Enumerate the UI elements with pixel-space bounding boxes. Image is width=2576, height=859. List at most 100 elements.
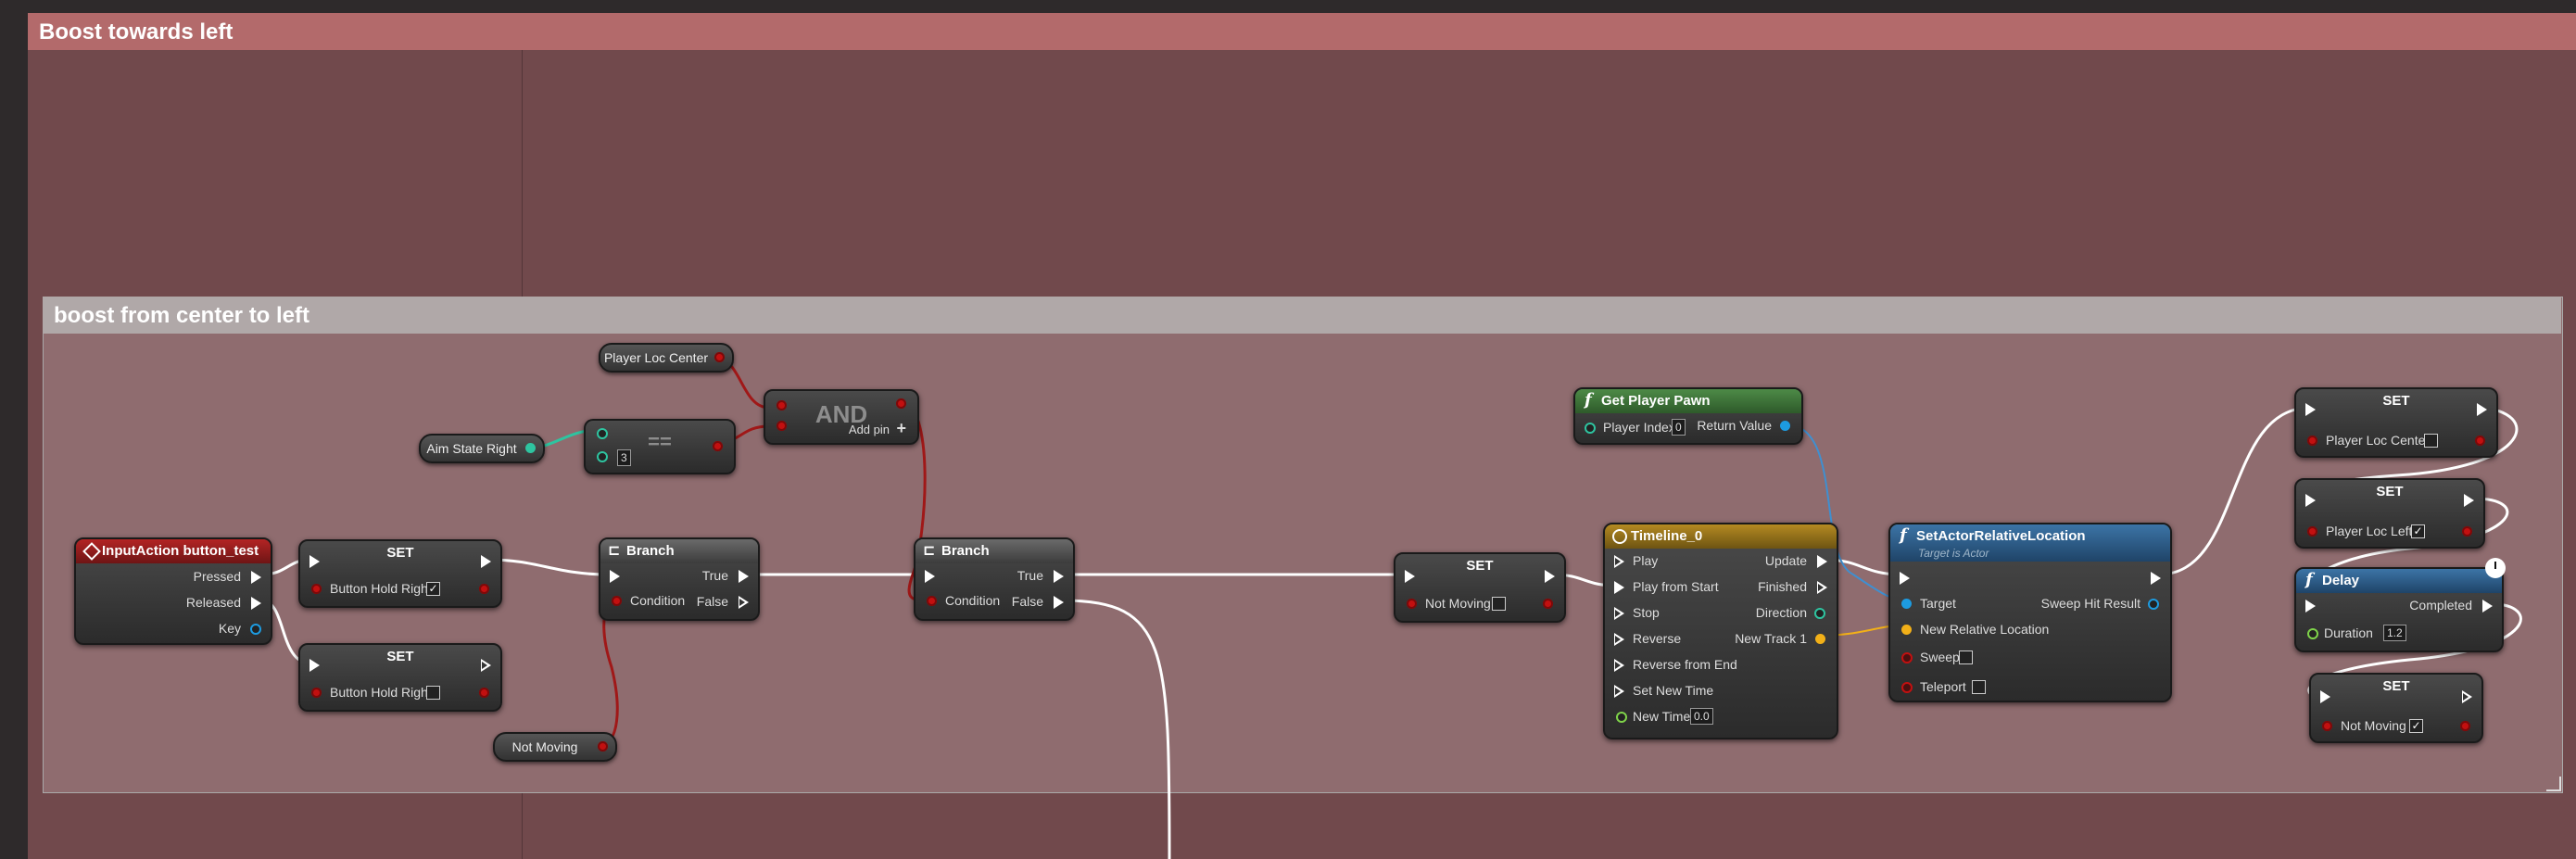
bool-out-pin[interactable] — [2460, 721, 2470, 731]
add-pin-label[interactable]: Add pin — [849, 423, 890, 436]
int-out-pin[interactable] — [525, 443, 536, 453]
sweep-checkbox[interactable] — [1959, 651, 1973, 664]
teleport-checkbox[interactable] — [1972, 680, 1986, 694]
set-exec-in-pin[interactable] — [1405, 570, 1415, 583]
set-exec-in-pin[interactable] — [309, 555, 320, 568]
set-actor-relative-location-node[interactable]: f SetActorRelativeLocation Target is Act… — [1888, 523, 2172, 702]
bool-checkbox[interactable] — [1492, 597, 1506, 611]
set-exec-out-pin[interactable] — [2477, 403, 2487, 416]
player-loc-center-getter[interactable]: Player Loc Center — [599, 343, 734, 373]
wire-exec-branch2-false[interactable] — [1062, 599, 1171, 859]
new-track-pin[interactable] — [1815, 634, 1825, 644]
bool-out-pin[interactable] — [1543, 599, 1553, 609]
false-exec-pin[interactable] — [1054, 596, 1064, 609]
int-a-pin[interactable] — [597, 428, 608, 439]
teleport-pin[interactable] — [1901, 682, 1913, 693]
new-relative-location-pin[interactable] — [1901, 625, 1912, 635]
bool-in-pin[interactable] — [2307, 436, 2317, 446]
add-pin-plus-icon[interactable]: + — [896, 419, 906, 438]
exec-in-pin[interactable] — [1900, 572, 1910, 585]
not-moving-getter[interactable]: Not Moving — [493, 732, 617, 762]
bool-checkbox[interactable]: ✓ — [2411, 524, 2425, 538]
bool-b-pin[interactable] — [777, 421, 787, 431]
true-exec-pin[interactable] — [739, 570, 749, 583]
completed-pin[interactable] — [2482, 600, 2493, 613]
bool-out-pin[interactable] — [598, 741, 608, 752]
set-exec-out-pin[interactable] — [481, 659, 491, 672]
finished-pin[interactable] — [1817, 581, 1827, 594]
set-player-loc-center-node[interactable]: SET Player Loc Center — [2294, 387, 2498, 458]
false-exec-pin[interactable] — [739, 596, 749, 609]
bool-out-pin[interactable] — [479, 688, 489, 698]
return-value-pin[interactable] — [1780, 421, 1790, 431]
direction-pin[interactable] — [1814, 608, 1825, 619]
duration-value[interactable]: 1.2 — [2383, 625, 2406, 641]
bool-out-pin[interactable] — [713, 441, 723, 451]
int-b-value[interactable]: 3 — [617, 449, 631, 466]
condition-pin[interactable] — [612, 596, 622, 606]
set-not-moving-true-node[interactable]: SET Not Moving ✓ — [2309, 673, 2483, 743]
new-time-pin[interactable] — [1616, 712, 1627, 723]
blueprint-graph-canvas[interactable]: Boost towards left boost from center to … — [0, 0, 2576, 859]
bool-checkbox[interactable] — [2424, 434, 2438, 448]
bool-out-pin[interactable] — [896, 398, 906, 409]
set-exec-in-pin[interactable] — [2320, 690, 2330, 703]
set-exec-out-pin[interactable] — [1545, 570, 1555, 583]
set-not-moving-node[interactable]: SET Not Moving — [1394, 552, 1566, 623]
player-index-value[interactable]: 0 — [1672, 419, 1686, 436]
wire-bool-notmoving-branch1[interactable] — [596, 599, 619, 749]
branch-exec-in-pin[interactable] — [925, 570, 935, 583]
exec-out-pin[interactable] — [2151, 572, 2161, 585]
pressed-exec-pin[interactable] — [251, 571, 261, 584]
bool-in-pin[interactable] — [311, 688, 322, 698]
duration-pin[interactable] — [2307, 628, 2318, 639]
player-index-pin[interactable] — [1585, 423, 1596, 434]
reverse-pin[interactable] — [1614, 633, 1624, 646]
set-exec-out-pin[interactable] — [2464, 494, 2474, 507]
set-button-hold-true-node[interactable]: SET Button Hold Right ✓ — [298, 539, 502, 608]
sweep-pin[interactable] — [1901, 652, 1913, 663]
set-player-loc-left-node[interactable]: SET Player Loc Left ✓ — [2294, 478, 2485, 549]
int-b-pin[interactable] — [597, 451, 608, 462]
reverse-from-end-pin[interactable] — [1614, 659, 1624, 672]
input-action-node[interactable]: InputAction button_test Pressed Released… — [74, 537, 272, 645]
bool-in-pin[interactable] — [2322, 721, 2332, 731]
set-exec-in-pin[interactable] — [2305, 403, 2316, 416]
delay-node[interactable]: f Delay Completed Duration 1.2 — [2294, 567, 2504, 652]
set-button-hold-false-node[interactable]: SET Button Hold Right — [298, 643, 502, 712]
true-exec-pin[interactable] — [1054, 570, 1064, 583]
bool-in-pin[interactable] — [1407, 599, 1417, 609]
set-exec-out-pin[interactable] — [481, 555, 491, 568]
aim-state-right-getter[interactable]: Aim State Right — [419, 434, 545, 463]
play-from-start-pin[interactable] — [1614, 581, 1624, 594]
bool-out-pin[interactable] — [714, 352, 725, 362]
bool-out-pin[interactable] — [479, 584, 489, 594]
bool-in-pin[interactable] — [2307, 526, 2317, 537]
branch-node-2[interactable]: ⊏ Branch True Condition False — [914, 537, 1075, 621]
play-pin[interactable] — [1614, 555, 1624, 568]
bool-a-pin[interactable] — [777, 400, 787, 411]
branch-exec-in-pin[interactable] — [610, 570, 620, 583]
and-node[interactable]: AND Add pin + — [764, 389, 919, 445]
released-exec-pin[interactable] — [251, 597, 261, 610]
key-pin[interactable] — [250, 624, 261, 635]
bool-checkbox[interactable] — [426, 686, 440, 700]
bool-in-pin[interactable] — [311, 584, 322, 594]
target-pin[interactable] — [1901, 599, 1912, 609]
set-exec-out-pin[interactable] — [2462, 690, 2472, 703]
condition-pin[interactable] — [927, 596, 937, 606]
bool-out-pin[interactable] — [2462, 526, 2472, 537]
bool-out-pin[interactable] — [2475, 436, 2485, 446]
sweep-hit-pin[interactable] — [2148, 599, 2159, 610]
set-exec-in-pin[interactable] — [2305, 494, 2316, 507]
set-new-time-pin[interactable] — [1614, 685, 1624, 698]
branch-node-1[interactable]: ⊏ Branch True Condition False — [599, 537, 760, 621]
bool-checkbox[interactable]: ✓ — [2409, 719, 2423, 733]
stop-pin[interactable] — [1614, 607, 1624, 620]
get-player-pawn-node[interactable]: f Get Player Pawn Player Index 0 Return … — [1573, 387, 1803, 445]
new-time-value[interactable]: 0.0 — [1690, 708, 1713, 725]
set-exec-in-pin[interactable] — [309, 659, 320, 672]
equals-node[interactable]: == 3 — [584, 419, 736, 474]
update-pin[interactable] — [1817, 555, 1827, 568]
delay-exec-in-pin[interactable] — [2305, 600, 2316, 613]
